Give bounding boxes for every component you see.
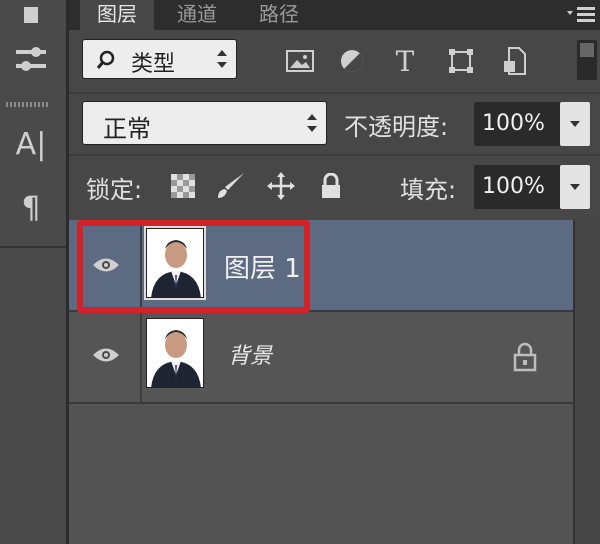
layers-scrollbar[interactable] xyxy=(573,220,600,544)
lock-image-pixels-icon[interactable] xyxy=(216,170,246,202)
layer-name[interactable]: 背景 xyxy=(228,338,272,370)
shape-filter-icon[interactable] xyxy=(444,44,478,78)
tab-layers[interactable]: 图层 xyxy=(80,0,154,30)
tab-paths[interactable]: 路径 xyxy=(240,0,318,30)
visibility-eye-icon[interactable] xyxy=(80,312,132,398)
image-filter-icon[interactable] xyxy=(283,44,317,78)
filter-toggle-switch[interactable] xyxy=(577,40,597,80)
filter-kind-label: 类型 xyxy=(131,52,176,77)
opacity-label: 不透明度: xyxy=(344,113,449,141)
opacity-dropdown-button[interactable] xyxy=(560,102,590,146)
search-icon xyxy=(95,49,117,75)
panel-menu-icon[interactable] xyxy=(563,2,597,26)
lock-icon xyxy=(512,342,538,372)
lock-transparent-pixels-icon[interactable] xyxy=(168,170,198,202)
dock-divider xyxy=(6,102,50,107)
separator xyxy=(69,154,600,156)
character-panel-icon[interactable]: A| xyxy=(8,126,54,162)
type-filter-icon[interactable]: T xyxy=(388,44,422,78)
chevron-down-icon xyxy=(570,184,580,190)
adjustment-filter-icon[interactable] xyxy=(335,44,369,78)
lock-position-icon[interactable] xyxy=(266,170,296,202)
tab-channels[interactable]: 通道 xyxy=(158,0,236,30)
lock-all-icon[interactable] xyxy=(316,170,346,202)
up-down-arrows-icon xyxy=(216,48,228,74)
smart-object-filter-icon[interactable] xyxy=(498,44,532,78)
layer-row-background[interactable] xyxy=(69,312,573,402)
dock-separator xyxy=(0,246,66,248)
up-down-arrows-icon xyxy=(306,112,318,138)
lock-label: 锁定: xyxy=(86,176,143,204)
separator xyxy=(69,92,600,94)
blend-mode-select[interactable]: 正常 xyxy=(82,101,327,145)
paragraph-icon[interactable]: ¶ xyxy=(8,190,54,226)
panel-dock-strip: A| ¶ xyxy=(0,0,69,544)
row-separator xyxy=(69,402,573,404)
visibility-divider xyxy=(140,312,142,402)
fill-input[interactable]: 100% xyxy=(474,165,562,209)
highlight-annotation-box xyxy=(77,220,310,313)
opacity-input[interactable]: 100% xyxy=(474,102,562,146)
fill-dropdown-button[interactable] xyxy=(560,165,590,209)
blend-mode-value: 正常 xyxy=(103,115,151,143)
chevron-down-icon xyxy=(570,121,580,127)
fill-label: 填充: xyxy=(400,176,457,204)
layer-filter-select[interactable]: 类型 xyxy=(82,39,237,79)
history-brush-icon[interactable] xyxy=(8,0,54,36)
layer-thumbnail[interactable] xyxy=(146,318,204,388)
adjustments-icon[interactable] xyxy=(8,42,54,78)
